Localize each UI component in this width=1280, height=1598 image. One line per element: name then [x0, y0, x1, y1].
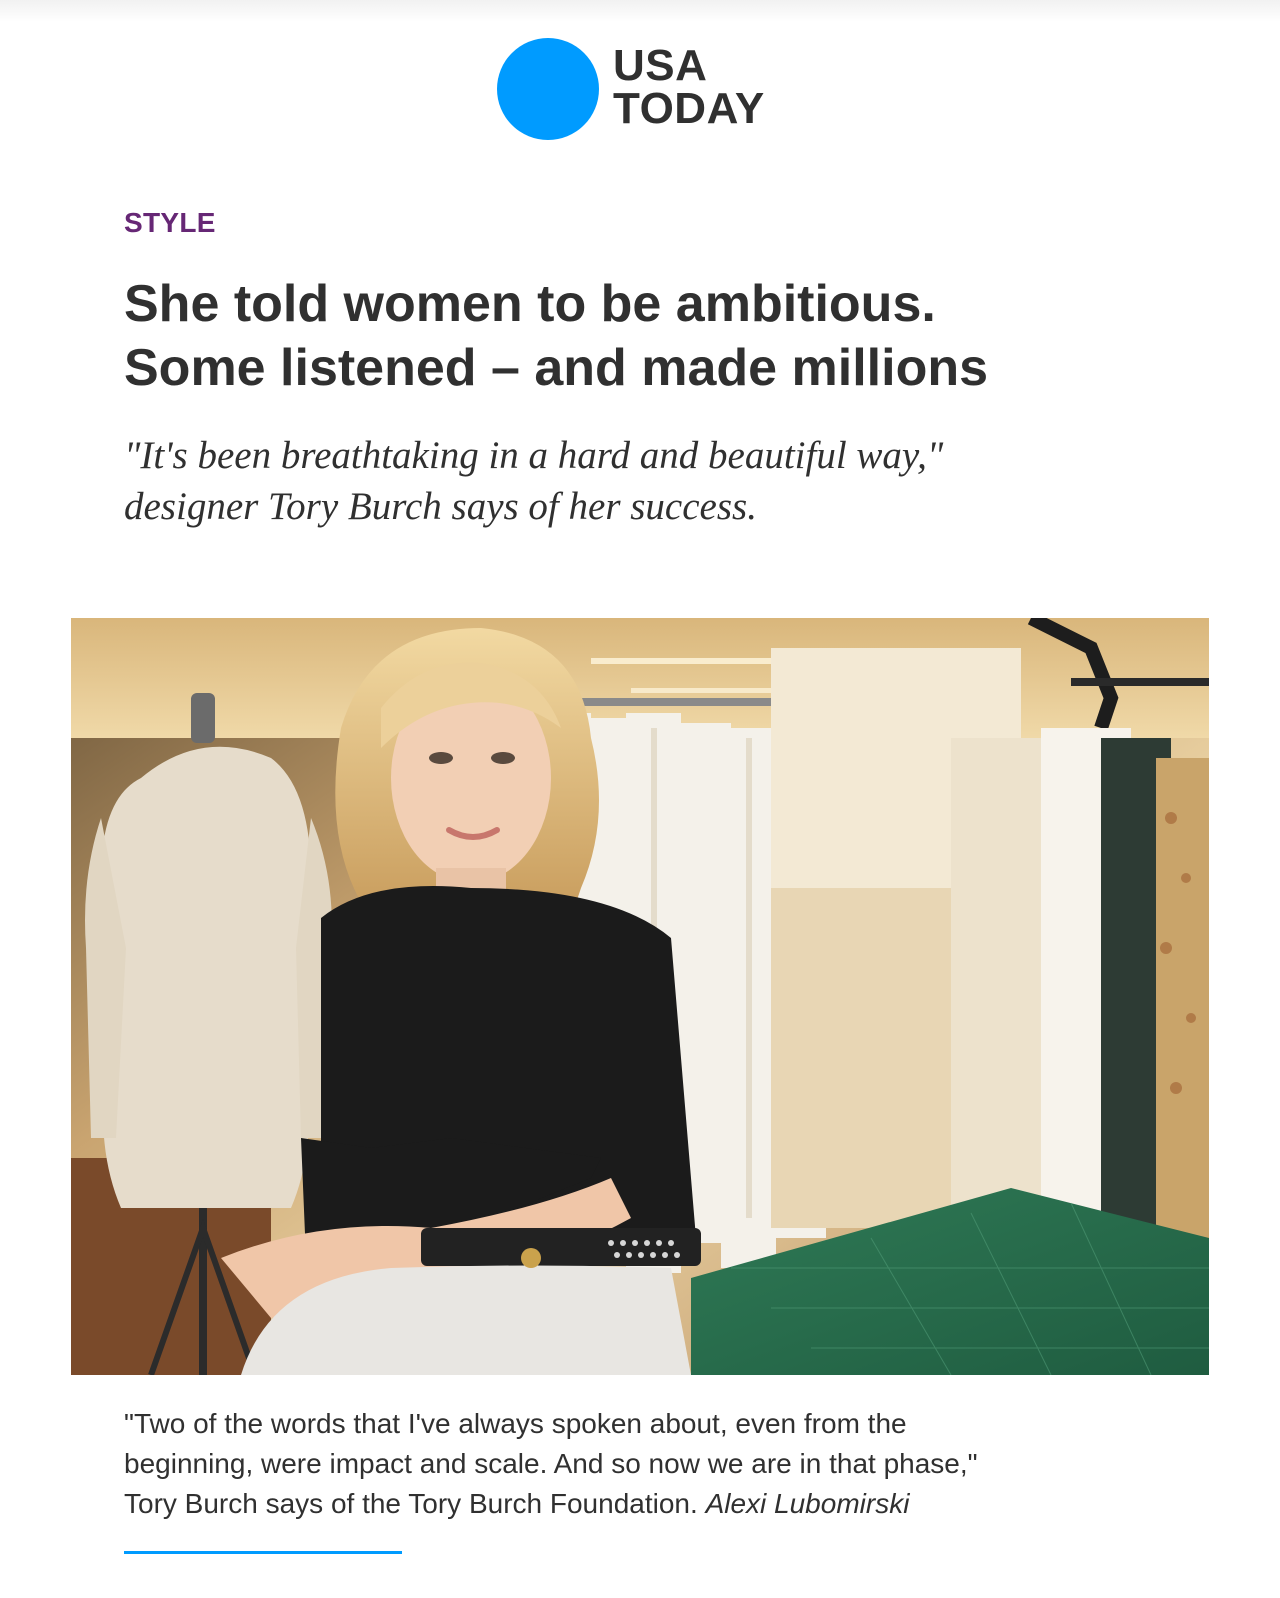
logo-line-1: USA — [613, 41, 708, 90]
dek-line-1: "It's been breathtaking in a hard and be… — [124, 434, 944, 477]
photo-caption: "Two of the words that I've always spoke… — [124, 1404, 1204, 1524]
headline-line-2: Some listened – and made millions — [124, 339, 989, 397]
photo-credit: Alexi Lubomirski — [705, 1488, 910, 1519]
caption-line-3: Tory Burch says of the Tory Burch Founda… — [124, 1484, 1204, 1524]
headline-line-1: She told women to be ambitious. — [124, 275, 936, 333]
usa-today-logo[interactable]: USA TODAY — [497, 38, 797, 144]
section-label-style[interactable]: STYLE — [124, 206, 216, 240]
caption-line-3-text: Tory Burch says of the Tory Burch Founda… — [124, 1488, 698, 1519]
logo-wordmark: USA TODAY — [613, 41, 765, 133]
top-browser-strip — [0, 0, 1280, 22]
logo-line-2: TODAY — [613, 84, 765, 133]
article-hero-photo[interactable] — [71, 618, 1209, 1375]
caption-line-2: beginning, were impact and scale. And so… — [124, 1448, 978, 1479]
caption-line-1: "Two of the words that I've always spoke… — [124, 1408, 907, 1439]
article-headline: She told women to be ambitious. Some lis… — [124, 272, 1184, 400]
logo-circle-icon — [497, 38, 599, 140]
section-divider — [124, 1551, 402, 1554]
article-dek: "It's been breathtaking in a hard and be… — [124, 430, 1184, 532]
dek-line-2: designer Tory Burch says of her success. — [124, 485, 757, 528]
